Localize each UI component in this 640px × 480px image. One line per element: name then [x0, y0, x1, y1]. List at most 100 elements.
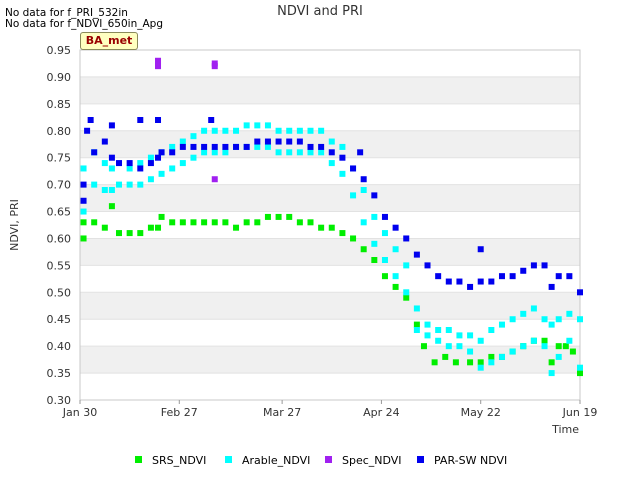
data-point	[307, 219, 314, 226]
data-point	[477, 364, 484, 371]
data-point	[477, 278, 484, 285]
data-point	[350, 165, 357, 172]
data-point	[211, 143, 218, 150]
legend-label: SRS_NDVI	[152, 454, 206, 467]
ndvi-pri-chart: 0.300.350.400.450.500.550.600.650.700.75…	[8, 4, 598, 467]
data-point	[360, 246, 367, 253]
legend-label: Arable_NDVI	[242, 454, 310, 467]
data-point	[548, 370, 555, 377]
data-point	[137, 165, 144, 172]
data-point	[328, 149, 335, 156]
data-point	[126, 181, 133, 188]
data-point	[286, 138, 293, 145]
data-point	[275, 213, 282, 220]
data-point	[108, 154, 115, 161]
data-point	[87, 117, 94, 123]
data-point	[169, 165, 176, 172]
data-point	[318, 224, 325, 231]
x-tick-label: Jun 19	[562, 406, 598, 419]
data-point	[222, 149, 229, 156]
data-point	[91, 181, 98, 188]
data-point	[155, 224, 162, 231]
data-point	[403, 262, 410, 269]
data-point	[158, 213, 165, 220]
y-tick-label: 0.65	[47, 206, 72, 219]
data-point	[541, 316, 548, 323]
data-point	[445, 278, 452, 285]
data-point	[169, 143, 176, 150]
data-point	[498, 273, 505, 280]
data-point	[350, 192, 357, 199]
data-point	[413, 251, 420, 258]
data-point	[158, 149, 165, 156]
x-tick-label: Jan 30	[62, 406, 97, 419]
data-point	[456, 343, 463, 350]
data-point	[201, 219, 208, 226]
data-point	[498, 321, 505, 328]
data-point	[548, 359, 555, 366]
data-point	[555, 353, 562, 360]
data-point	[413, 321, 420, 328]
grid-band	[80, 184, 580, 212]
y-tick-label: 0.35	[47, 367, 72, 380]
data-point	[381, 273, 388, 280]
data-point	[147, 154, 154, 161]
data-point	[548, 283, 555, 290]
y-axis-label: NDVI, PRI	[8, 199, 21, 251]
data-point	[155, 154, 162, 161]
data-point	[509, 348, 516, 355]
data-point	[155, 57, 162, 64]
data-point	[392, 224, 399, 231]
data-point	[254, 219, 261, 226]
x-tick-label: May 22	[461, 406, 501, 419]
legend-label: PAR-SW NDVI	[434, 454, 507, 467]
data-point	[413, 327, 420, 333]
y-tick-label: 0.45	[47, 313, 72, 326]
data-point	[339, 143, 346, 150]
data-point	[435, 327, 442, 333]
data-point	[108, 203, 115, 210]
data-point	[541, 337, 548, 344]
data-point	[84, 127, 91, 134]
data-point	[296, 149, 303, 156]
data-point	[424, 332, 431, 339]
data-point	[126, 165, 133, 172]
data-point	[509, 316, 516, 323]
data-point	[328, 224, 335, 231]
data-point	[392, 273, 399, 280]
data-point	[190, 143, 197, 150]
data-point	[467, 359, 474, 366]
data-point	[435, 273, 442, 280]
data-point	[445, 327, 452, 333]
data-point	[211, 219, 218, 226]
data-point	[424, 321, 431, 328]
data-point	[520, 343, 527, 350]
data-point	[179, 219, 186, 226]
data-point	[147, 224, 154, 231]
data-point	[126, 230, 133, 237]
data-point	[201, 143, 208, 150]
data-point	[488, 278, 495, 285]
data-point	[530, 262, 537, 269]
data-point	[381, 230, 388, 237]
data-point	[509, 273, 516, 280]
data-point	[488, 359, 495, 366]
data-point	[108, 122, 115, 129]
data-point	[328, 138, 335, 145]
data-point	[211, 60, 218, 67]
data-point	[498, 353, 505, 360]
data-point	[80, 208, 87, 215]
data-point	[275, 149, 282, 156]
grid-band	[80, 292, 580, 320]
data-point	[577, 316, 583, 323]
data-point	[566, 310, 573, 317]
data-point	[80, 235, 87, 242]
data-point	[179, 160, 186, 167]
data-point	[381, 257, 388, 263]
data-point	[116, 230, 123, 237]
data-point	[179, 138, 186, 145]
data-point	[566, 337, 573, 344]
data-point	[555, 343, 562, 350]
data-point	[318, 143, 325, 150]
data-point	[222, 127, 229, 134]
